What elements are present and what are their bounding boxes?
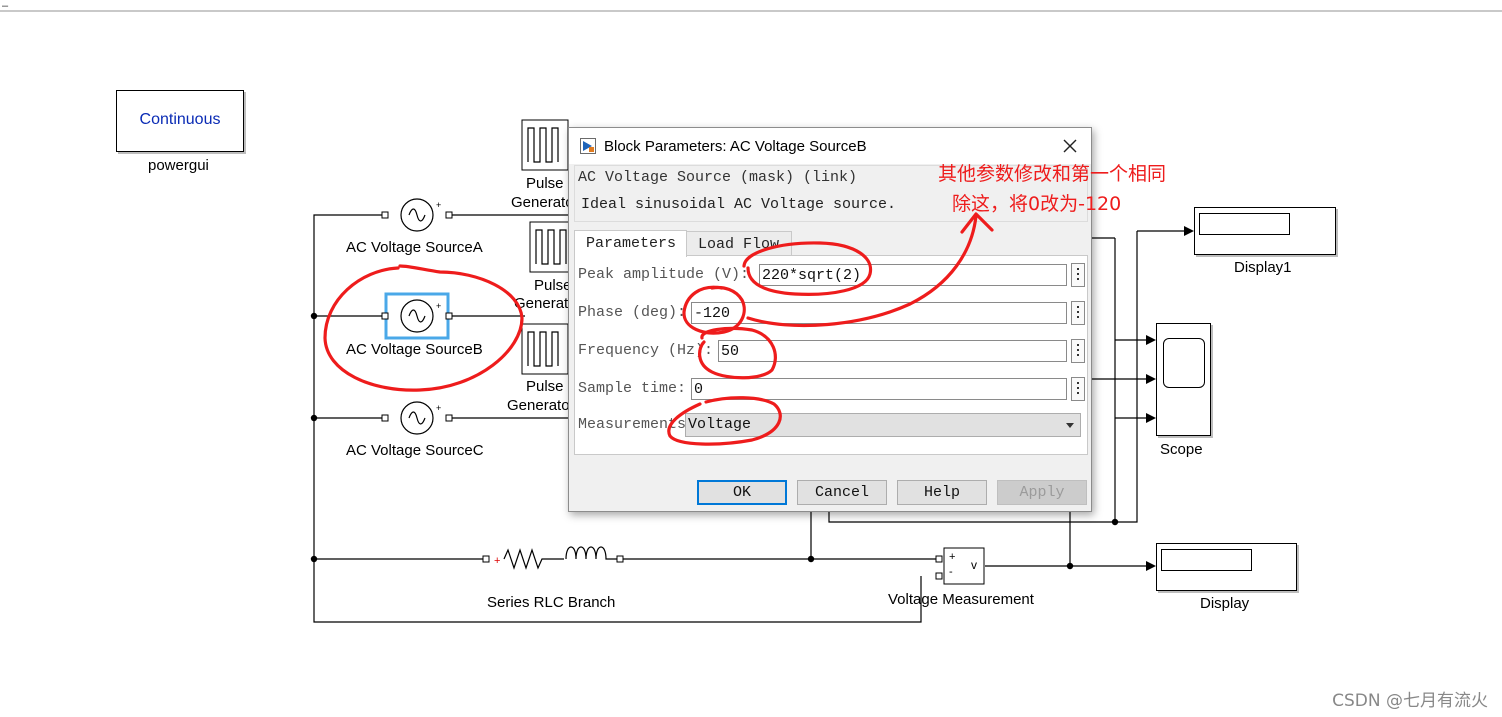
ac-source-b-block[interactable]: +	[381, 292, 453, 340]
peak-amplitude-label: Peak amplitude (V):	[578, 266, 750, 283]
measurements-label: Measurements	[578, 416, 687, 433]
svg-text:+: +	[494, 555, 500, 567]
close-icon	[1063, 139, 1077, 153]
peak-amplitude-menu-button[interactable]	[1071, 263, 1085, 287]
vmeas-output-port: v	[971, 558, 977, 572]
series-rlc-block[interactable]: +	[482, 546, 624, 570]
annotation-text-line2: 除这，将0改为-120	[952, 193, 1122, 215]
vmeas-plus-port: +	[949, 551, 956, 563]
pulse-generator-1-label-2: Generato	[511, 194, 574, 211]
scope-label: Scope	[1160, 441, 1203, 458]
display-label: Display	[1200, 595, 1250, 612]
annotation-text-line1: 其他参数修改和第一个相同	[938, 163, 1167, 185]
cancel-button[interactable]: Cancel	[797, 480, 887, 505]
display1-block[interactable]	[1194, 207, 1336, 255]
phase-label: Phase (deg):	[578, 304, 687, 321]
powergui-mode-text: Continuous	[139, 111, 221, 128]
ac-source-a-block[interactable]: +	[381, 198, 453, 232]
sample-time-menu-button[interactable]	[1071, 377, 1085, 401]
measurements-value: Voltage	[688, 416, 752, 433]
apply-button[interactable]: Apply	[997, 480, 1087, 505]
ok-button[interactable]: OK	[697, 480, 787, 505]
pulse-generator-2-label-1: Pulse	[534, 277, 572, 294]
sample-time-label: Sample time:	[578, 380, 687, 397]
ac-source-c-label: AC Voltage SourceC	[346, 442, 484, 459]
mask-description: Ideal sinusoidal AC Voltage source.	[581, 196, 897, 213]
help-button[interactable]: Help	[897, 480, 987, 505]
sample-time-field[interactable]: 0	[691, 378, 1067, 400]
tab-load-flow-label: Load Flow	[698, 236, 780, 253]
voltage-measurement-label: Voltage Measurement	[888, 591, 1034, 608]
peak-amplitude-field[interactable]: 220*sqrt(2)	[759, 264, 1067, 286]
chevron-down-icon	[1066, 423, 1074, 428]
measurements-select[interactable]: Voltage	[685, 413, 1081, 437]
powergui-label: powergui	[148, 157, 209, 174]
svg-text:+: +	[436, 200, 441, 210]
resistor-icon	[503, 548, 564, 570]
frequency-label: Frequency (Hz):	[578, 342, 714, 359]
ac-source-b-label: AC Voltage SourceB	[346, 341, 483, 358]
frequency-menu-button[interactable]	[1071, 339, 1085, 363]
tab-parameters[interactable]: Parameters	[574, 230, 687, 257]
pulse-generator-3-label-2: Generato	[507, 397, 570, 414]
display-readout	[1161, 549, 1252, 571]
display1-label: Display1	[1234, 259, 1292, 276]
scope-block[interactable]	[1156, 323, 1211, 436]
ac-source-a-label: AC Voltage SourceA	[346, 239, 483, 256]
frequency-field[interactable]: 50	[718, 340, 1067, 362]
pulse-generator-3-label-1: Pulse	[526, 378, 564, 395]
mask-title: AC Voltage Source (mask) (link)	[578, 169, 858, 186]
tab-parameters-label: Parameters	[586, 235, 677, 252]
display-block[interactable]	[1156, 543, 1297, 591]
inductor-icon	[565, 546, 617, 560]
pulse-generator-3-block[interactable]	[521, 323, 569, 375]
ac-source-c-block[interactable]: +	[381, 401, 453, 435]
dialog-title: Block Parameters: AC Voltage SourceB	[604, 138, 867, 155]
tab-load-flow[interactable]: Load Flow	[686, 231, 792, 256]
pulse-generator-1-block[interactable]	[521, 119, 569, 171]
close-button[interactable]	[1057, 134, 1083, 158]
csdn-watermark: CSDN @七月有流火	[1332, 691, 1488, 711]
phase-field[interactable]: -120	[691, 302, 1067, 324]
phase-menu-button[interactable]	[1071, 301, 1085, 325]
pulse-generator-1-label-1: Pulse	[526, 175, 564, 192]
powergui-block[interactable]: Continuous	[116, 90, 244, 152]
svg-text:+: +	[436, 301, 441, 311]
scope-screen-icon	[1163, 338, 1205, 388]
simulink-app-icon	[580, 138, 596, 154]
series-rlc-label: Series RLC Branch	[487, 594, 616, 611]
vmeas-minus-port: -	[949, 566, 953, 578]
display1-readout	[1199, 213, 1290, 235]
svg-text:+: +	[436, 403, 441, 413]
